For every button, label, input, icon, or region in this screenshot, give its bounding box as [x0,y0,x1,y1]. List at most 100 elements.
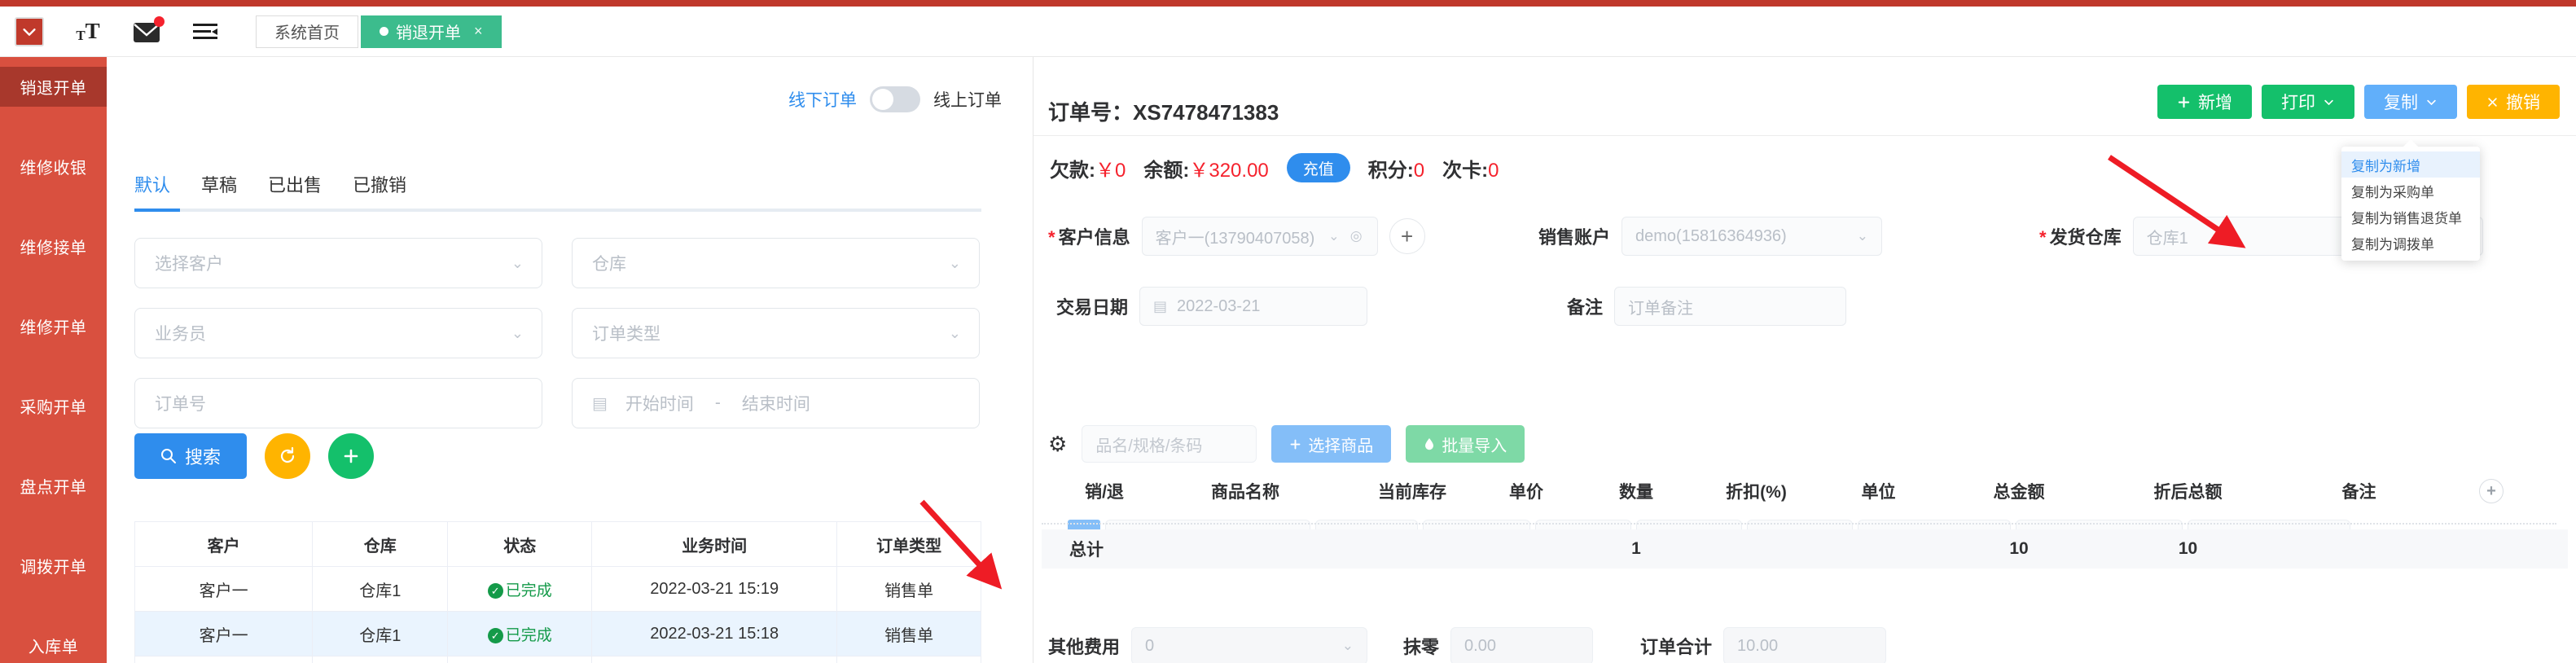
order-source-switch[interactable] [870,86,920,112]
points-value: 0 [1413,159,1425,182]
sales-account-value: demo(15816364936) [1635,226,1787,245]
order-no-input[interactable]: 订单号 [134,378,542,428]
sidebar-item-repair-cashier[interactable]: 维修收银 [0,147,107,187]
ship-warehouse-value: 仓库1 [2146,229,2188,248]
font-size-icon[interactable]: TT [59,7,117,57]
customer-info-value: 客户一(13790407058) [1155,229,1315,248]
copy-button[interactable]: 复制 [2364,85,2457,119]
refresh-button[interactable] [265,433,311,479]
sidebar-item-sales-return[interactable]: 销退开单 [0,67,107,107]
tab-sold[interactable]: 已出售 [268,171,322,205]
table-row[interactable]: 客户一 仓库1 ✓ 已完成 2022-03-21 15:19 销售单 [134,566,981,612]
col-order-type: 订单类型 [836,521,981,567]
tab-draft[interactable]: 草稿 [201,171,237,205]
tab-revoked[interactable]: 已撤销 [353,171,406,205]
customer-balance-row: 欠款:￥0 余额:￥320.00 充值 积分:0 次卡:0 [1050,153,1499,182]
refresh-icon [280,446,295,463]
remark-label: 备注 [1567,297,1604,318]
chevron-down-icon: ⌄ [1328,230,1340,244]
batch-import-button[interactable]: 批量导入 [1406,425,1525,463]
status-text: 已完成 [505,626,552,644]
revoke-button[interactable]: 撤销 [2467,85,2560,119]
warehouse-select[interactable]: 仓库 ⌄ [572,238,980,288]
total-amount-after-discount: 10 [2178,539,2198,558]
other-fee-select[interactable]: 0 ⌄ [1131,627,1368,663]
round-off-input[interactable]: 0.00 [1450,627,1594,663]
cell-customer: 客户一 [134,611,314,656]
table-row[interactable]: 客户一 仓库1 ✓ 已完成 2022-03-21 15:18 销售单 [134,611,981,656]
print-label: 打印 [2281,94,2315,112]
check-circle-icon: ✓ [487,627,503,643]
order-no-input-placeholder: 订单号 [155,395,206,414]
order-total-input[interactable]: 10.00 [1723,627,1887,663]
balance-label: 余额: [1143,159,1190,182]
col-product-name: 商品名称 [1211,483,1279,502]
menu-item-copy-as-transfer[interactable]: 复制为调拨单 [2341,230,2480,256]
date-range-picker[interactable]: ▤ 开始时间 - 结束时间 [572,378,980,428]
customer-select[interactable]: 选择客户 ⌄ [134,238,542,288]
total-quantity: 1 [1631,539,1641,558]
gear-icon[interactable]: ⚙ [1048,432,1067,457]
trade-date-value: 2022-03-21 [1177,296,1261,315]
table-row[interactable]: 客户一 初始仓库 ✓已完成 2022-03-20 14:47 销售单 [134,656,981,663]
search-button[interactable]: 搜索 [134,433,248,479]
tab-active-dot-icon [380,27,388,36]
start-time-placeholder: 开始时间 [625,395,694,414]
new-order-button[interactable]: 新增 [2157,85,2252,119]
tab-home[interactable]: 系统首页 [256,15,358,48]
order-type-select[interactable]: 订单类型 ⌄ [572,308,980,358]
mail-icon[interactable] [117,7,176,57]
menu-item-copy-as-sales-return[interactable]: 复制为销售退货单 [2341,204,2480,230]
sidebar-item-repair-order[interactable]: 维修开单 [0,306,107,346]
cell-status: ✓已完成 [447,656,593,663]
tab-close-icon[interactable]: × [474,23,483,40]
product-search-input[interactable]: 品名/规格/条码 [1082,425,1257,463]
sales-account-select[interactable]: demo(15816364936) ⌄ [1622,217,1883,256]
collapse-menu-icon[interactable] [176,7,235,57]
menu-item-copy-as-purchase[interactable]: 复制为采购单 [2341,178,2480,204]
detail-action-buttons: 新增 打印 复制 撤销 [2157,85,2560,119]
table-header-row: 客户 仓库 状态 业务时间 订单类型 [134,521,981,567]
close-icon [2488,97,2497,107]
sidebar-item-purchase-order[interactable]: 采购开单 [0,386,107,426]
order-number: 订单号：XS7478471383 [1048,96,1279,126]
filter-form: 选择客户 ⌄ 仓库 ⌄ 业务员 ⌄ 订单类型 ⌄ 订单号 ▤ 开始时间 - 结束… [134,238,980,448]
tab-sales-return-label: 销退开单 [396,24,461,42]
tab-sales-return[interactable]: 销退开单 × [361,15,502,48]
select-product-button[interactable]: 选择商品 [1271,425,1392,463]
col-remark: 备注 [2341,483,2376,502]
logo-chevron-icon[interactable] [0,7,59,57]
check-circle-icon: ✓ [487,582,503,599]
customer-info-select[interactable]: 客户一(13790407058) ⌄ ◎ [1141,217,1378,256]
print-button[interactable]: 打印 [2262,85,2354,119]
recharge-button[interactable]: 充值 [1286,153,1350,182]
sidebar-item-transfer-order[interactable]: 调拨开单 [0,546,107,586]
offline-order-label[interactable]: 线下订单 [788,87,857,112]
order-total-label: 订单合计 [1640,637,1713,657]
order-list-panel: 线下订单 线上订单 默认 草稿 已出售 已撤销 选择客户 ⌄ 仓库 ⌄ 业务员 … [107,57,1033,663]
cell-time: 2022-03-21 15:18 [591,611,838,656]
menu-item-copy-as-new[interactable]: 复制为新增 [2341,151,2480,178]
cell-order-type: 销售单 [836,656,981,663]
sidebar-item-stocktake-order[interactable]: 盘点开单 [0,466,107,506]
sidebar-item-inbound-order[interactable]: 入库单 [0,626,107,663]
customer-info-label: 客户信息 [1048,223,1130,249]
remark-input[interactable]: 订单备注 [1614,287,1847,326]
sidebar-item-label: 入库单 [28,639,79,656]
total-label: 总计 [1069,541,1104,560]
table-dashed-divider [1042,523,2556,525]
add-customer-button[interactable]: + [1389,218,1425,254]
cell-customer: 客户一 [134,656,314,663]
col-quantity: 数量 [1619,483,1653,502]
plus-circle-icon[interactable]: + [2479,479,2504,503]
round-off-label: 抹零 [1403,637,1440,657]
search-button-label: 搜索 [185,447,222,468]
add-order-button[interactable] [328,433,375,479]
tab-default[interactable]: 默认 [134,171,170,205]
sidebar-item-repair-intake[interactable]: 维修接单 [0,226,107,266]
trade-date-picker[interactable]: ▤ 2022-03-21 [1139,287,1368,326]
header-divider [1033,135,2576,136]
cell-status: ✓已完成 [447,611,593,656]
online-order-label[interactable]: 线上订单 [933,87,1002,112]
salesman-select[interactable]: 业务员 ⌄ [134,308,542,358]
